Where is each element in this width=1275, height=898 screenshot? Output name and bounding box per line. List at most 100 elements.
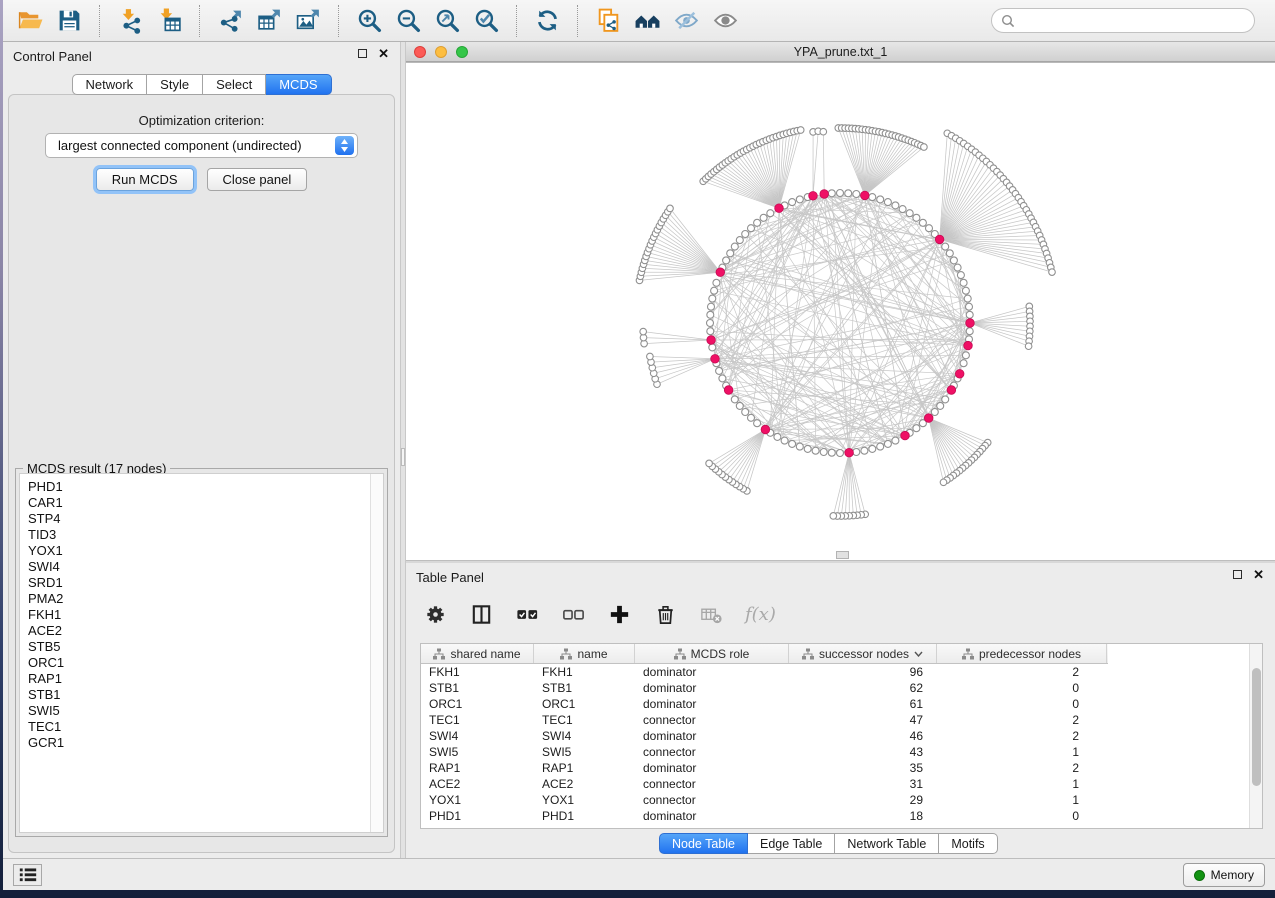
table-cell[interactable]: connector <box>635 777 789 791</box>
table-cell[interactable]: SWI5 <box>421 745 534 759</box>
mcds-result-item[interactable]: TEC1 <box>28 719 383 735</box>
table-cell[interactable]: PHD1 <box>534 809 635 823</box>
table-cell[interactable]: dominator <box>635 665 789 679</box>
table-cell[interactable]: 18 <box>789 809 937 823</box>
mcds-result-item[interactable]: FKH1 <box>28 607 383 623</box>
save-session-button[interactable] <box>52 4 86 38</box>
table-cell[interactable]: connector <box>635 793 789 807</box>
mcds-result-item[interactable]: STB1 <box>28 687 383 703</box>
mcds-result-item[interactable]: SWI4 <box>28 559 383 575</box>
float-panel-icon[interactable] <box>1233 570 1242 579</box>
zoom-out-button[interactable] <box>391 4 425 38</box>
table-cell[interactable]: 35 <box>789 761 937 775</box>
table-row[interactable]: SWI5SWI5connector431 <box>421 744 1262 760</box>
show-columns-button[interactable] <box>469 602 494 627</box>
table-cell[interactable]: 47 <box>789 713 937 727</box>
table-row[interactable]: FKH1FKH1dominator962 <box>421 664 1262 680</box>
table-cell[interactable]: STB1 <box>421 681 534 695</box>
column-header-successor-nodes[interactable]: successor nodes <box>789 644 937 663</box>
tab-edge-table[interactable]: Edge Table <box>748 833 835 854</box>
mcds-result-item[interactable]: RAP1 <box>28 671 383 687</box>
mcds-result-item[interactable]: STP4 <box>28 511 383 527</box>
table-row[interactable]: ACE2ACE2connector311 <box>421 776 1262 792</box>
run-mcds-button[interactable]: Run MCDS <box>96 168 194 191</box>
export-image-button[interactable] <box>291 4 325 38</box>
column-header-mcds-role[interactable]: MCDS role <box>635 644 789 663</box>
table-cell[interactable]: 0 <box>937 697 1107 711</box>
table-cell[interactable]: connector <box>635 713 789 727</box>
mcds-result-item[interactable]: GCR1 <box>28 735 383 751</box>
search-input[interactable] <box>1021 13 1245 28</box>
zoom-selected-button[interactable] <box>469 4 503 38</box>
table-cell[interactable]: 2 <box>937 729 1107 743</box>
criterion-select[interactable]: largest connected component (undirected) <box>45 133 358 158</box>
create-column-button[interactable] <box>607 602 632 627</box>
mcds-result-item[interactable]: SWI5 <box>28 703 383 719</box>
network-titlebar[interactable]: YPA_prune.txt_1 <box>406 42 1275 62</box>
search-box[interactable] <box>991 8 1255 33</box>
tab-motifs[interactable]: Motifs <box>939 833 997 854</box>
table-cell[interactable]: RAP1 <box>534 761 635 775</box>
table-cell[interactable]: 0 <box>937 681 1107 695</box>
close-panel-icon[interactable]: ✕ <box>1253 570 1264 579</box>
select-all-button[interactable] <box>515 602 540 627</box>
table-cell[interactable]: SWI4 <box>421 729 534 743</box>
table-cell[interactable]: 2 <box>937 713 1107 727</box>
column-header-predecessor-nodes[interactable]: predecessor nodes <box>937 644 1107 663</box>
deselect-all-button[interactable] <box>561 602 586 627</box>
column-header-shared-name[interactable]: shared name <box>421 644 534 663</box>
table-settings-button[interactable] <box>423 602 448 627</box>
tab-style[interactable]: Style <box>147 74 203 95</box>
minimize-window-icon[interactable] <box>435 46 447 58</box>
mcds-result-list[interactable]: PHD1CAR1STP4TID3YOX1SWI4SRD1PMA2FKH1ACE2… <box>19 473 384 833</box>
tab-network-table[interactable]: Network Table <box>835 833 939 854</box>
table-cell[interactable]: 62 <box>789 681 937 695</box>
table-cell[interactable]: 1 <box>937 777 1107 791</box>
table-row[interactable]: SWI4SWI4dominator462 <box>421 728 1262 744</box>
export-table-button[interactable] <box>252 4 286 38</box>
column-header-name[interactable]: name <box>534 644 635 663</box>
table-cell[interactable]: TEC1 <box>421 713 534 727</box>
network-graph[interactable] <box>406 63 1275 560</box>
table-cell[interactable]: connector <box>635 745 789 759</box>
table-cell[interactable]: 31 <box>789 777 937 791</box>
table-cell[interactable]: SWI5 <box>534 745 635 759</box>
delete-column-button[interactable] <box>653 602 678 627</box>
table-scrollbar[interactable] <box>1249 644 1262 828</box>
export-network-button[interactable] <box>213 4 247 38</box>
table-cell[interactable]: dominator <box>635 697 789 711</box>
table-cell[interactable]: STB1 <box>534 681 635 695</box>
task-history-button[interactable] <box>13 864 42 886</box>
node-table[interactable]: shared name name MCDS role successor nod… <box>420 643 1263 829</box>
tab-select[interactable]: Select <box>203 74 266 95</box>
tab-network[interactable]: Network <box>71 74 147 95</box>
table-cell[interactable]: 1 <box>937 745 1107 759</box>
table-cell[interactable]: ORC1 <box>421 697 534 711</box>
table-cell[interactable]: ORC1 <box>534 697 635 711</box>
close-panel-icon[interactable]: ✕ <box>378 49 389 58</box>
table-cell[interactable]: 96 <box>789 665 937 679</box>
delete-table-button-disabled[interactable] <box>699 602 724 627</box>
ring-nodes[interactable] <box>707 190 974 457</box>
table-cell[interactable]: YOX1 <box>421 793 534 807</box>
close-panel-button[interactable]: Close panel <box>207 168 308 191</box>
mcds-result-item[interactable]: PMA2 <box>28 591 383 607</box>
function-builder-button-disabled[interactable]: f(x) <box>745 604 776 625</box>
table-cell[interactable]: PHD1 <box>421 809 534 823</box>
table-cell[interactable]: SWI4 <box>534 729 635 743</box>
table-cell[interactable]: 61 <box>789 697 937 711</box>
table-row[interactable]: YOX1YOX1connector291 <box>421 792 1262 808</box>
network-canvas[interactable] <box>406 62 1275 560</box>
maximize-window-icon[interactable] <box>456 46 468 58</box>
table-cell[interactable]: dominator <box>635 809 789 823</box>
show-all-button[interactable] <box>708 4 742 38</box>
table-cell[interactable]: FKH1 <box>534 665 635 679</box>
table-row[interactable]: STB1STB1dominator620 <box>421 680 1262 696</box>
table-cell[interactable]: 29 <box>789 793 937 807</box>
table-cell[interactable]: dominator <box>635 681 789 695</box>
mcds-result-item[interactable]: ORC1 <box>28 655 383 671</box>
close-window-icon[interactable] <box>414 46 426 58</box>
table-cell[interactable]: 46 <box>789 729 937 743</box>
splitter-grip[interactable] <box>401 448 405 466</box>
zoom-in-button[interactable] <box>352 4 386 38</box>
